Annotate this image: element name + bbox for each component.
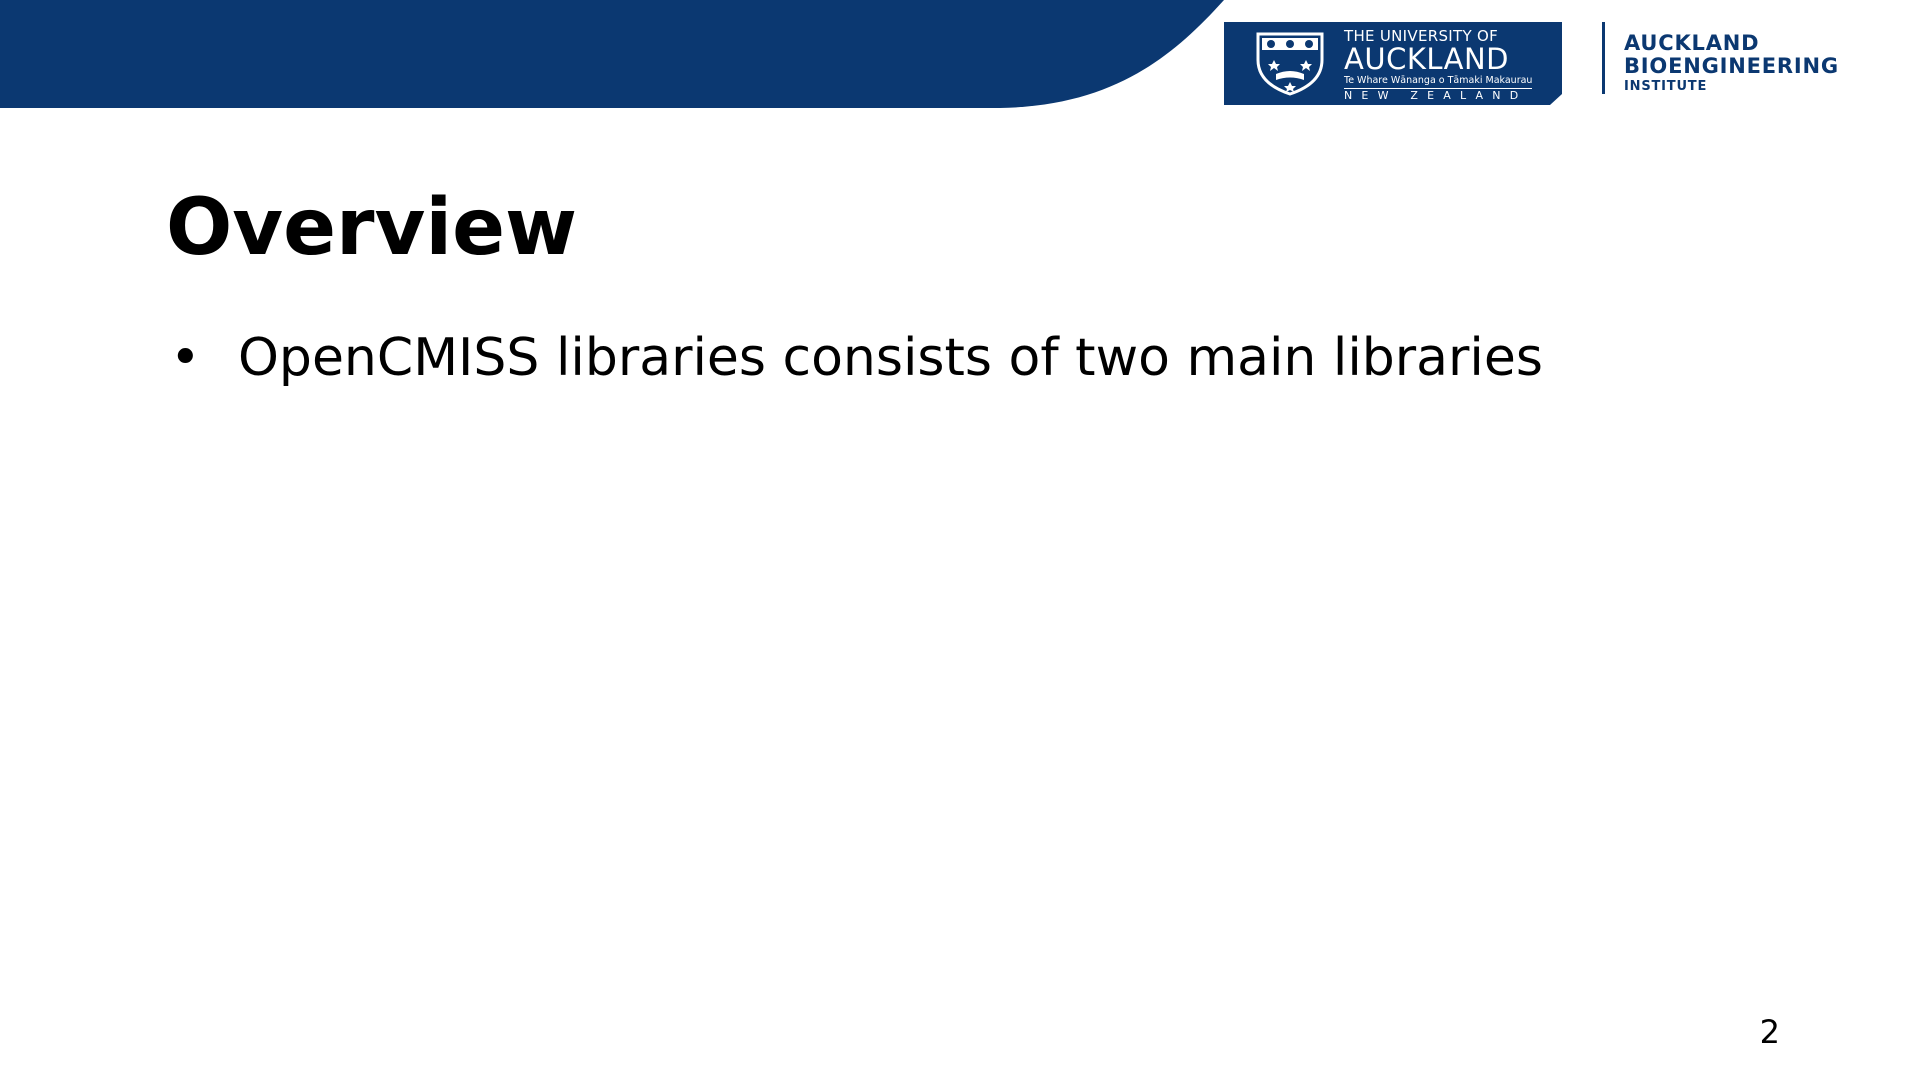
- bullet-text: OpenCMISS libraries consists of two main…: [238, 328, 1543, 388]
- bullet-marker: •: [170, 328, 201, 388]
- bullet-item: • OpenCMISS libraries consists of two ma…: [166, 326, 1543, 390]
- institute-logo-line-3: INSTITUTE: [1624, 79, 1708, 94]
- university-logo-line-4: NEW ZEALAND: [1344, 89, 1528, 102]
- bullet-list: • OpenCMISS libraries consists of two ma…: [166, 326, 1543, 390]
- university-crest-icon: [1254, 30, 1326, 96]
- university-logo-line-2: AUCKLAND: [1344, 42, 1510, 76]
- university-logo-line-3: Te Whare Wānanga o Tāmaki Makaurau: [1344, 75, 1533, 86]
- logo-divider: [1602, 22, 1605, 94]
- bioengineering-institute-logo: AUCKLAND BIOENGINEERING INSTITUTE: [1624, 32, 1839, 95]
- slide-title: Overview: [166, 183, 578, 273]
- institute-logo-line-1: AUCKLAND: [1624, 31, 1760, 55]
- page-number: 2: [1759, 1013, 1780, 1051]
- university-logo-text: THE UNIVERSITY OF AUCKLAND Te Whare Wāna…: [1344, 28, 1554, 103]
- institute-logo-line-2: BIOENGINEERING: [1624, 54, 1839, 78]
